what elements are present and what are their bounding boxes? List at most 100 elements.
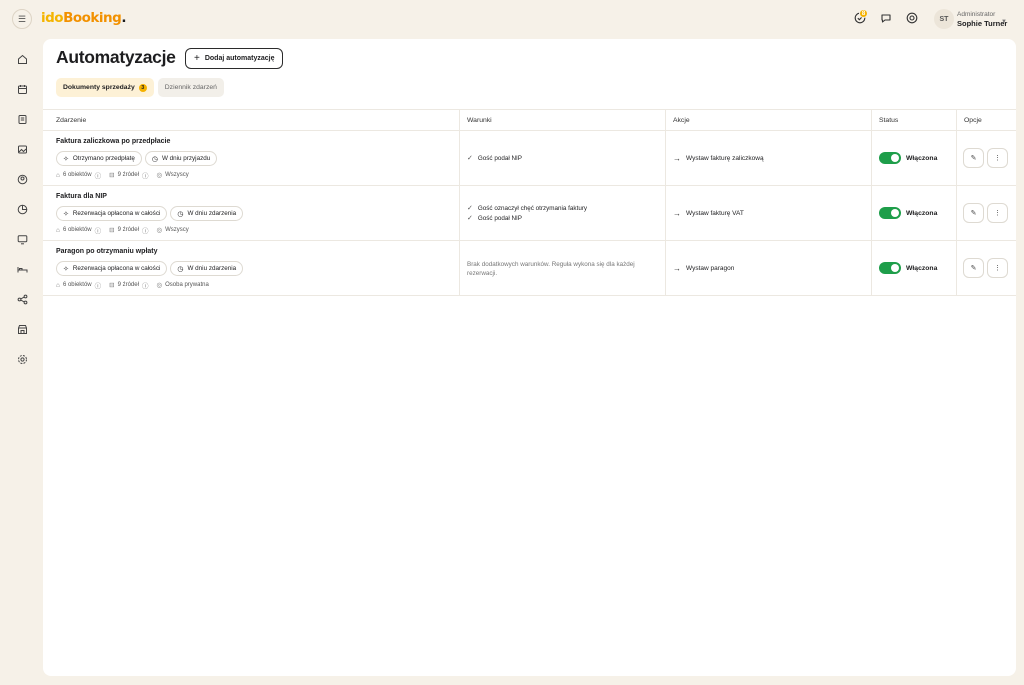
plus-icon: + bbox=[194, 52, 200, 64]
column-header-options: Opcje bbox=[956, 110, 1016, 130]
pencil-icon: ✎ bbox=[970, 155, 977, 162]
audience: ◎ Wszyscy bbox=[156, 170, 188, 180]
column-header-conditions[interactable]: Warunki bbox=[459, 110, 665, 130]
help-icon[interactable] bbox=[905, 11, 919, 25]
reservations-icon[interactable] bbox=[16, 113, 28, 125]
event-meta: ⌂ 6 obiektów ⓘ ⊟ 9 źródeł ⓘ ◎ Wszyscy bbox=[56, 225, 189, 236]
action-cell: → Wystaw paragon bbox=[665, 241, 871, 295]
sources-icon: ⊟ bbox=[109, 172, 115, 179]
timing-chip[interactable]: ◷ W dniu przyjazdu bbox=[144, 151, 218, 166]
sparkle-icon: ✧ bbox=[63, 210, 69, 218]
table-row[interactable]: Faktura dla NIP ✧ Rezerwacja opłacona w c… bbox=[43, 186, 1016, 241]
column-header-actions[interactable]: Akcje bbox=[665, 110, 871, 130]
display-icon[interactable] bbox=[16, 233, 28, 245]
tab-event-log[interactable]: Dziennik zdarzeń bbox=[157, 78, 224, 97]
trigger-chip[interactable]: ✧ Otrzymano przedpłatę bbox=[56, 151, 142, 166]
condition-item: ✓ Gość oznaczył chęć otrzymania faktury bbox=[467, 204, 587, 213]
pencil-icon: ✎ bbox=[970, 265, 977, 272]
status-cell: Włączona bbox=[871, 131, 956, 185]
globe-icon: ◎ bbox=[156, 172, 163, 179]
info-icon[interactable]: ⓘ bbox=[95, 225, 102, 235]
column-header-event[interactable]: Zdarzenie bbox=[56, 110, 456, 130]
more-options-button[interactable]: ⋮ bbox=[987, 203, 1008, 223]
house-icon: ⌂ bbox=[56, 226, 60, 234]
arrow-right-icon: → bbox=[673, 153, 681, 163]
sources-icon: ⊟ bbox=[109, 282, 115, 289]
status-label: Włączona bbox=[906, 154, 938, 162]
logo-part-booking: Booking bbox=[63, 10, 122, 26]
status-toggle[interactable] bbox=[879, 152, 901, 164]
edit-button[interactable]: ✎ bbox=[963, 148, 984, 168]
users-icon[interactable] bbox=[16, 173, 28, 185]
event-title[interactable]: Faktura dla NIP bbox=[56, 193, 107, 200]
chip-label: W dniu zdarzenia bbox=[187, 210, 237, 217]
table-row[interactable]: Paragon po otrzymaniu wpłaty ✧ Rezerwacja… bbox=[43, 241, 1016, 296]
timing-chip[interactable]: ◷ W dniu zdarzenia bbox=[170, 261, 244, 276]
menu-icon[interactable]: ☰ bbox=[12, 9, 32, 29]
status-cell: Włączona bbox=[871, 241, 956, 295]
trigger-chip[interactable]: ✧ Rezerwacja opłacona w całości bbox=[56, 206, 168, 221]
info-icon[interactable]: ⓘ bbox=[142, 280, 149, 290]
avatar[interactable]: ST bbox=[934, 9, 954, 29]
sparkle-icon: ✧ bbox=[63, 155, 69, 163]
info-icon[interactable]: ⓘ bbox=[142, 225, 149, 235]
status-cell: Włączona bbox=[871, 186, 956, 240]
audience-label: Wszyscy bbox=[165, 172, 189, 178]
images-icon[interactable] bbox=[16, 143, 28, 155]
condition-item: ✓ Gość podał NIP bbox=[467, 154, 522, 163]
chip-label: Otrzymano przedpłatę bbox=[72, 155, 135, 162]
tab-sales-documents[interactable]: Dokumenty sprzedaży 3 bbox=[56, 78, 154, 97]
house-icon: ⌂ bbox=[56, 171, 60, 179]
event-title[interactable]: Paragon po otrzymaniu wpłaty bbox=[56, 248, 158, 255]
status-toggle[interactable] bbox=[879, 207, 901, 219]
info-icon[interactable]: ⓘ bbox=[95, 280, 102, 290]
event-meta: ⌂ 6 obiektów ⓘ ⊟ 9 źródeł ⓘ ◎ Osoba prywatna bbox=[56, 280, 209, 291]
conditions-cell: Brak dodatkowych warunków. Reguła wykona… bbox=[459, 241, 665, 295]
chip-label: W dniu zdarzenia bbox=[187, 265, 237, 272]
table-header: Zdarzenie Warunki Akcje Status Opcje bbox=[43, 109, 1016, 131]
sources-label: 9 źródeł bbox=[117, 282, 139, 288]
user-name[interactable]: Sophie Turner bbox=[957, 19, 1007, 28]
audience: ◎ Wszyscy bbox=[156, 225, 188, 235]
table-row[interactable]: Faktura zaliczkowa po przedpłacie ✧ Otrzy… bbox=[43, 131, 1016, 186]
check-icon: ✓ bbox=[467, 215, 473, 222]
home-icon[interactable] bbox=[16, 53, 28, 65]
info-icon[interactable]: ⓘ bbox=[95, 170, 102, 180]
page-title: Automatyzacje bbox=[56, 47, 176, 67]
chevron-down-icon[interactable]: ▼ bbox=[1001, 19, 1007, 25]
options-cell: ✎ ⋮ bbox=[956, 186, 1016, 240]
audience-label: Osoba prywatna bbox=[165, 282, 209, 288]
notification-badge: 8 bbox=[859, 9, 868, 18]
edit-button[interactable]: ✎ bbox=[963, 258, 984, 278]
trigger-chip[interactable]: ✧ Rezerwacja opłacona w całości bbox=[56, 261, 168, 276]
store-icon[interactable] bbox=[16, 323, 28, 335]
clock-icon: ◷ bbox=[151, 155, 158, 163]
more-options-button[interactable]: ⋮ bbox=[987, 258, 1008, 278]
more-options-button[interactable]: ⋮ bbox=[987, 148, 1008, 168]
reports-icon[interactable] bbox=[16, 203, 28, 215]
action-cell: → Wystaw fakturę VAT bbox=[665, 186, 871, 240]
event-cell: Faktura zaliczkowa po przedpłacie ✧ Otrzy… bbox=[56, 131, 456, 185]
calendar-icon[interactable] bbox=[16, 83, 28, 95]
share-icon[interactable] bbox=[16, 293, 28, 305]
settings-icon[interactable] bbox=[16, 353, 28, 365]
options-cell: ✎ ⋮ bbox=[956, 131, 1016, 185]
bed-icon[interactable] bbox=[16, 263, 28, 275]
status-toggle[interactable] bbox=[879, 262, 901, 274]
chat-icon[interactable] bbox=[879, 11, 893, 25]
check-icon: ✓ bbox=[467, 155, 473, 162]
add-automation-button[interactable]: + Dodaj automatyzację bbox=[185, 48, 284, 69]
logo[interactable]: idoBooking. bbox=[41, 10, 126, 26]
edit-button[interactable]: ✎ bbox=[963, 203, 984, 223]
clock-icon: ◷ bbox=[177, 265, 184, 273]
house-icon: ⌂ bbox=[56, 281, 60, 289]
add-automation-label: Dodaj automatyzację bbox=[204, 55, 275, 62]
timing-chip[interactable]: ◷ W dniu zdarzenia bbox=[170, 206, 244, 221]
column-header-status[interactable]: Status bbox=[871, 110, 956, 130]
info-icon[interactable]: ⓘ bbox=[142, 170, 149, 180]
no-conditions-text: Brak dodatkowych warunków. Reguła wykona… bbox=[467, 261, 635, 278]
audience: ◎ Osoba prywatna bbox=[156, 280, 208, 290]
more-vertical-icon: ⋮ bbox=[994, 155, 1001, 162]
pencil-icon: ✎ bbox=[970, 210, 977, 217]
event-title[interactable]: Faktura zaliczkowa po przedpłacie bbox=[56, 138, 170, 145]
